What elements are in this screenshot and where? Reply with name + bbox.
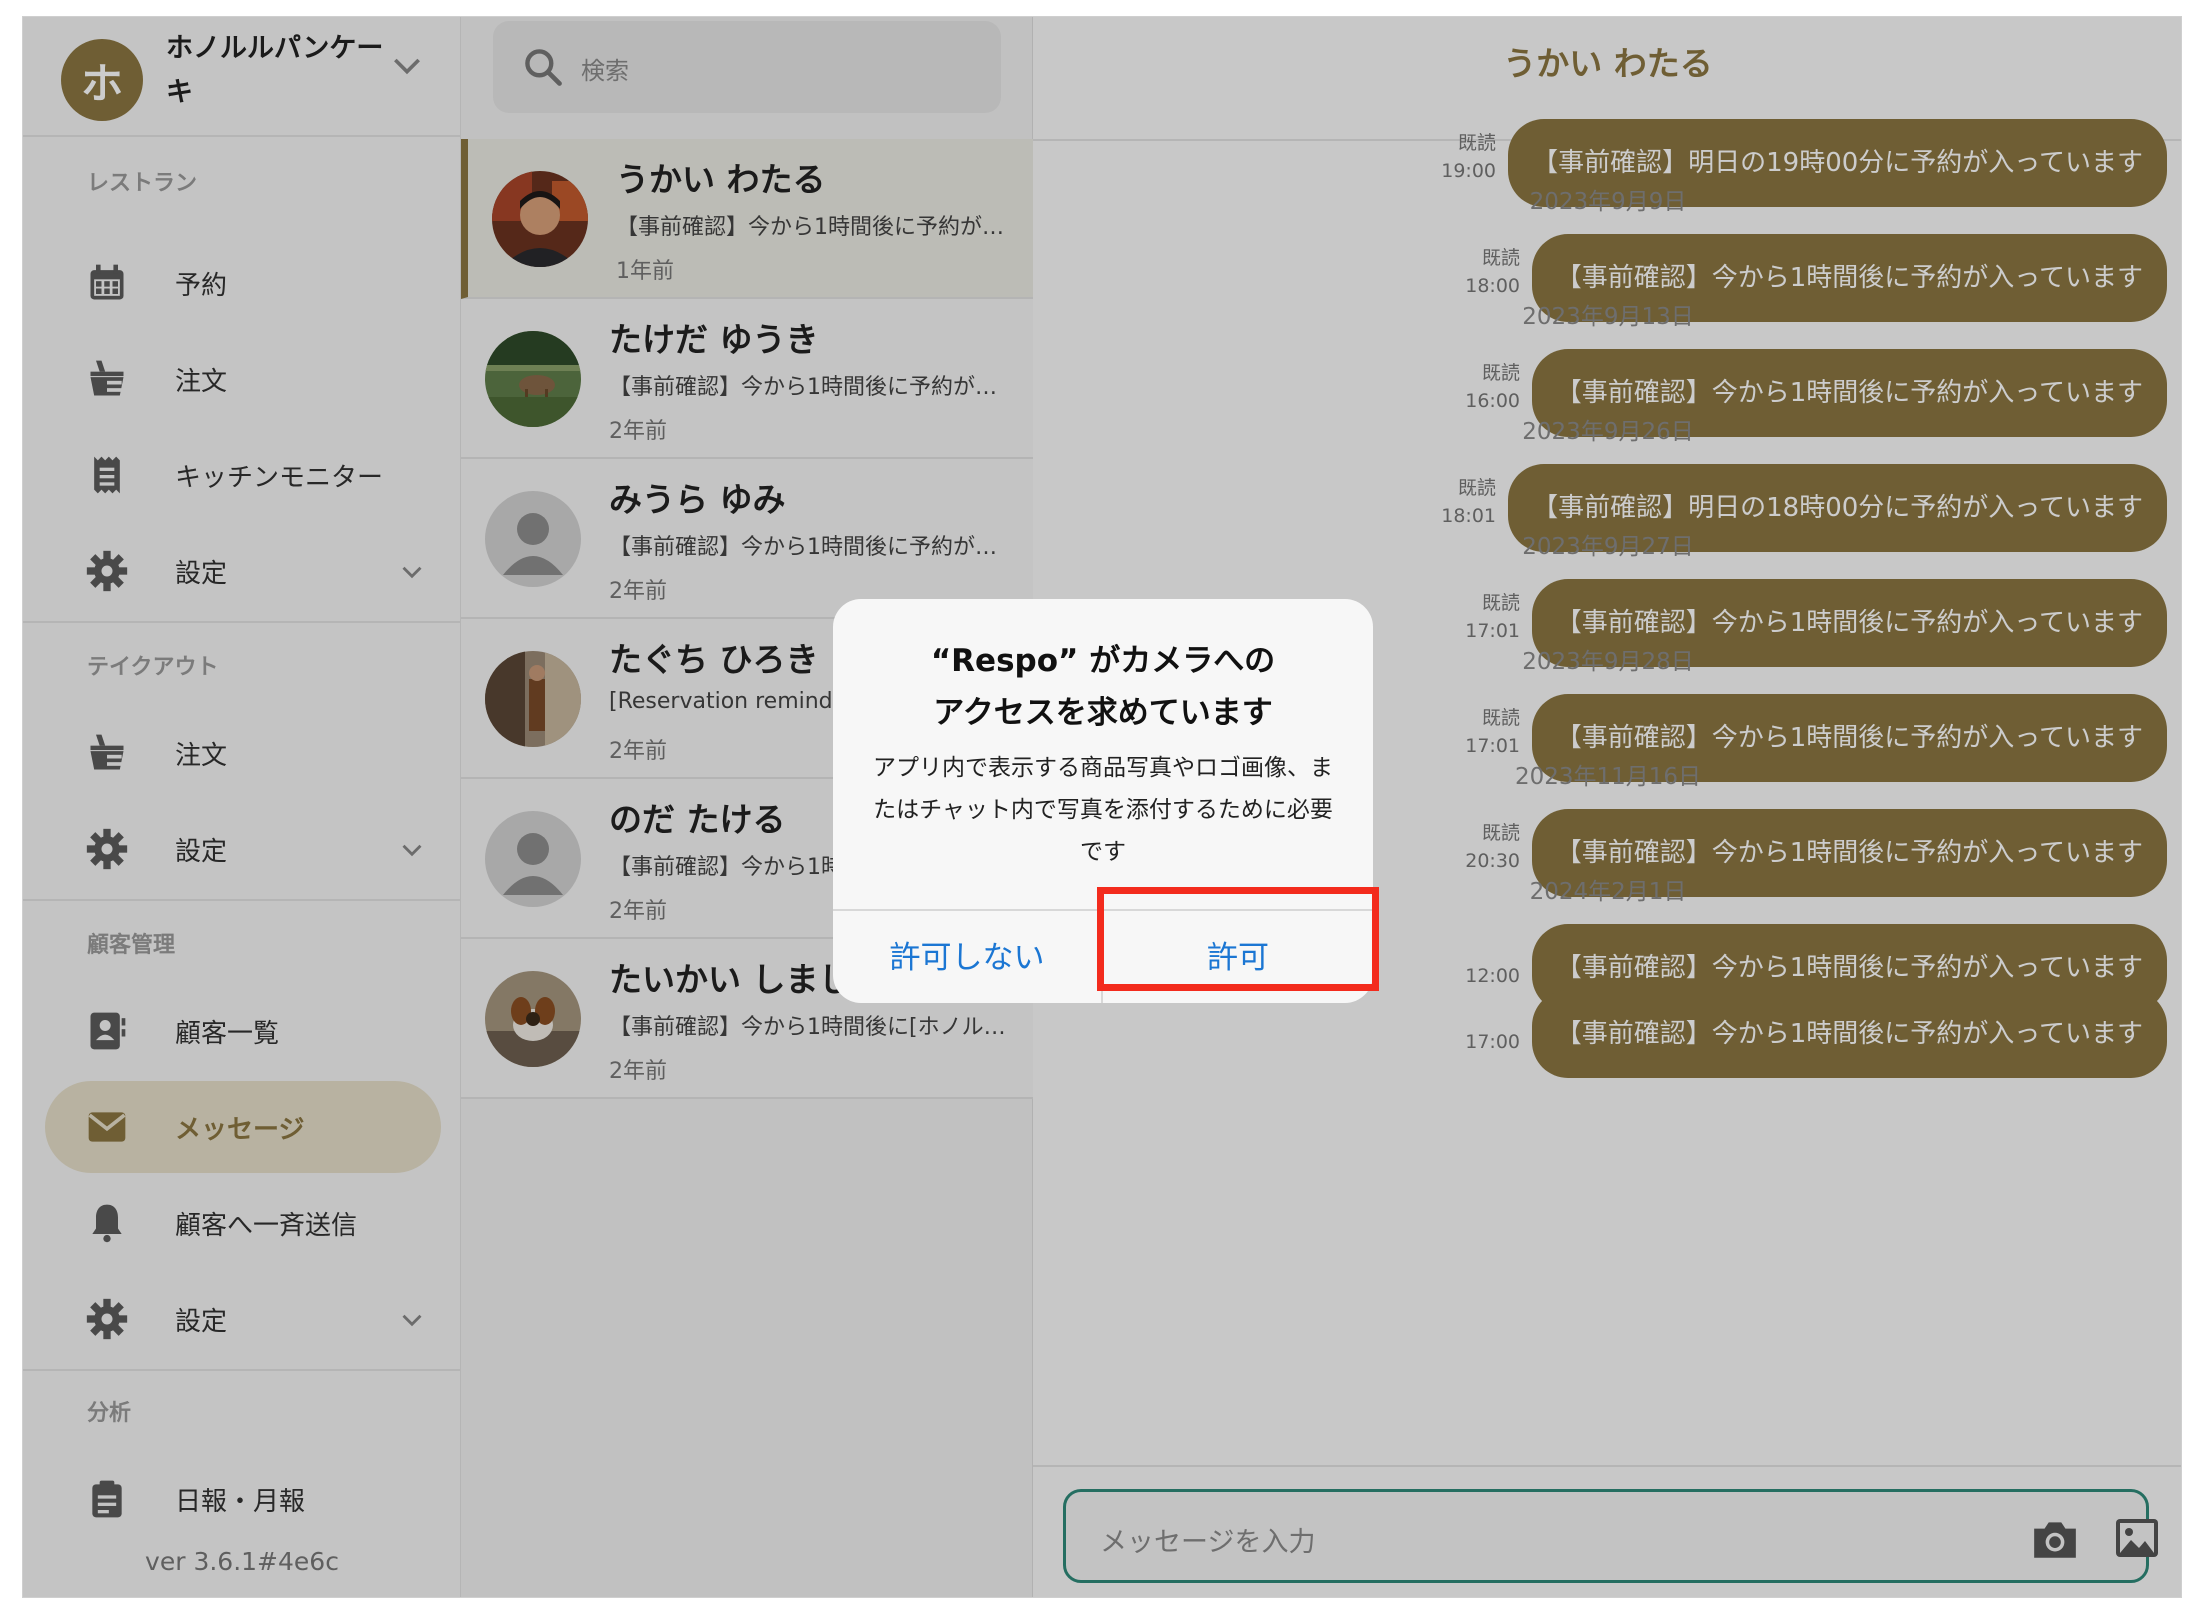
app-window: ホ ホノルルパンケーキ レストラン 予約 注文 キッチンモニター 設定 テイクア… bbox=[22, 16, 2182, 1598]
dialog-title: “Respo” がカメラへの アクセスを求めています bbox=[833, 635, 1373, 739]
dialog-title-line1: “Respo” がカメラへの bbox=[930, 643, 1276, 679]
highlight-box bbox=[1097, 887, 1379, 991]
dialog-title-line2: アクセスを求めています bbox=[933, 695, 1273, 731]
dialog-message: アプリ内で表示する商品写真やロゴ画像、またはチャット内で写真を添付するために必要… bbox=[873, 755, 1333, 865]
deny-button[interactable]: 許可しない bbox=[833, 911, 1101, 1003]
